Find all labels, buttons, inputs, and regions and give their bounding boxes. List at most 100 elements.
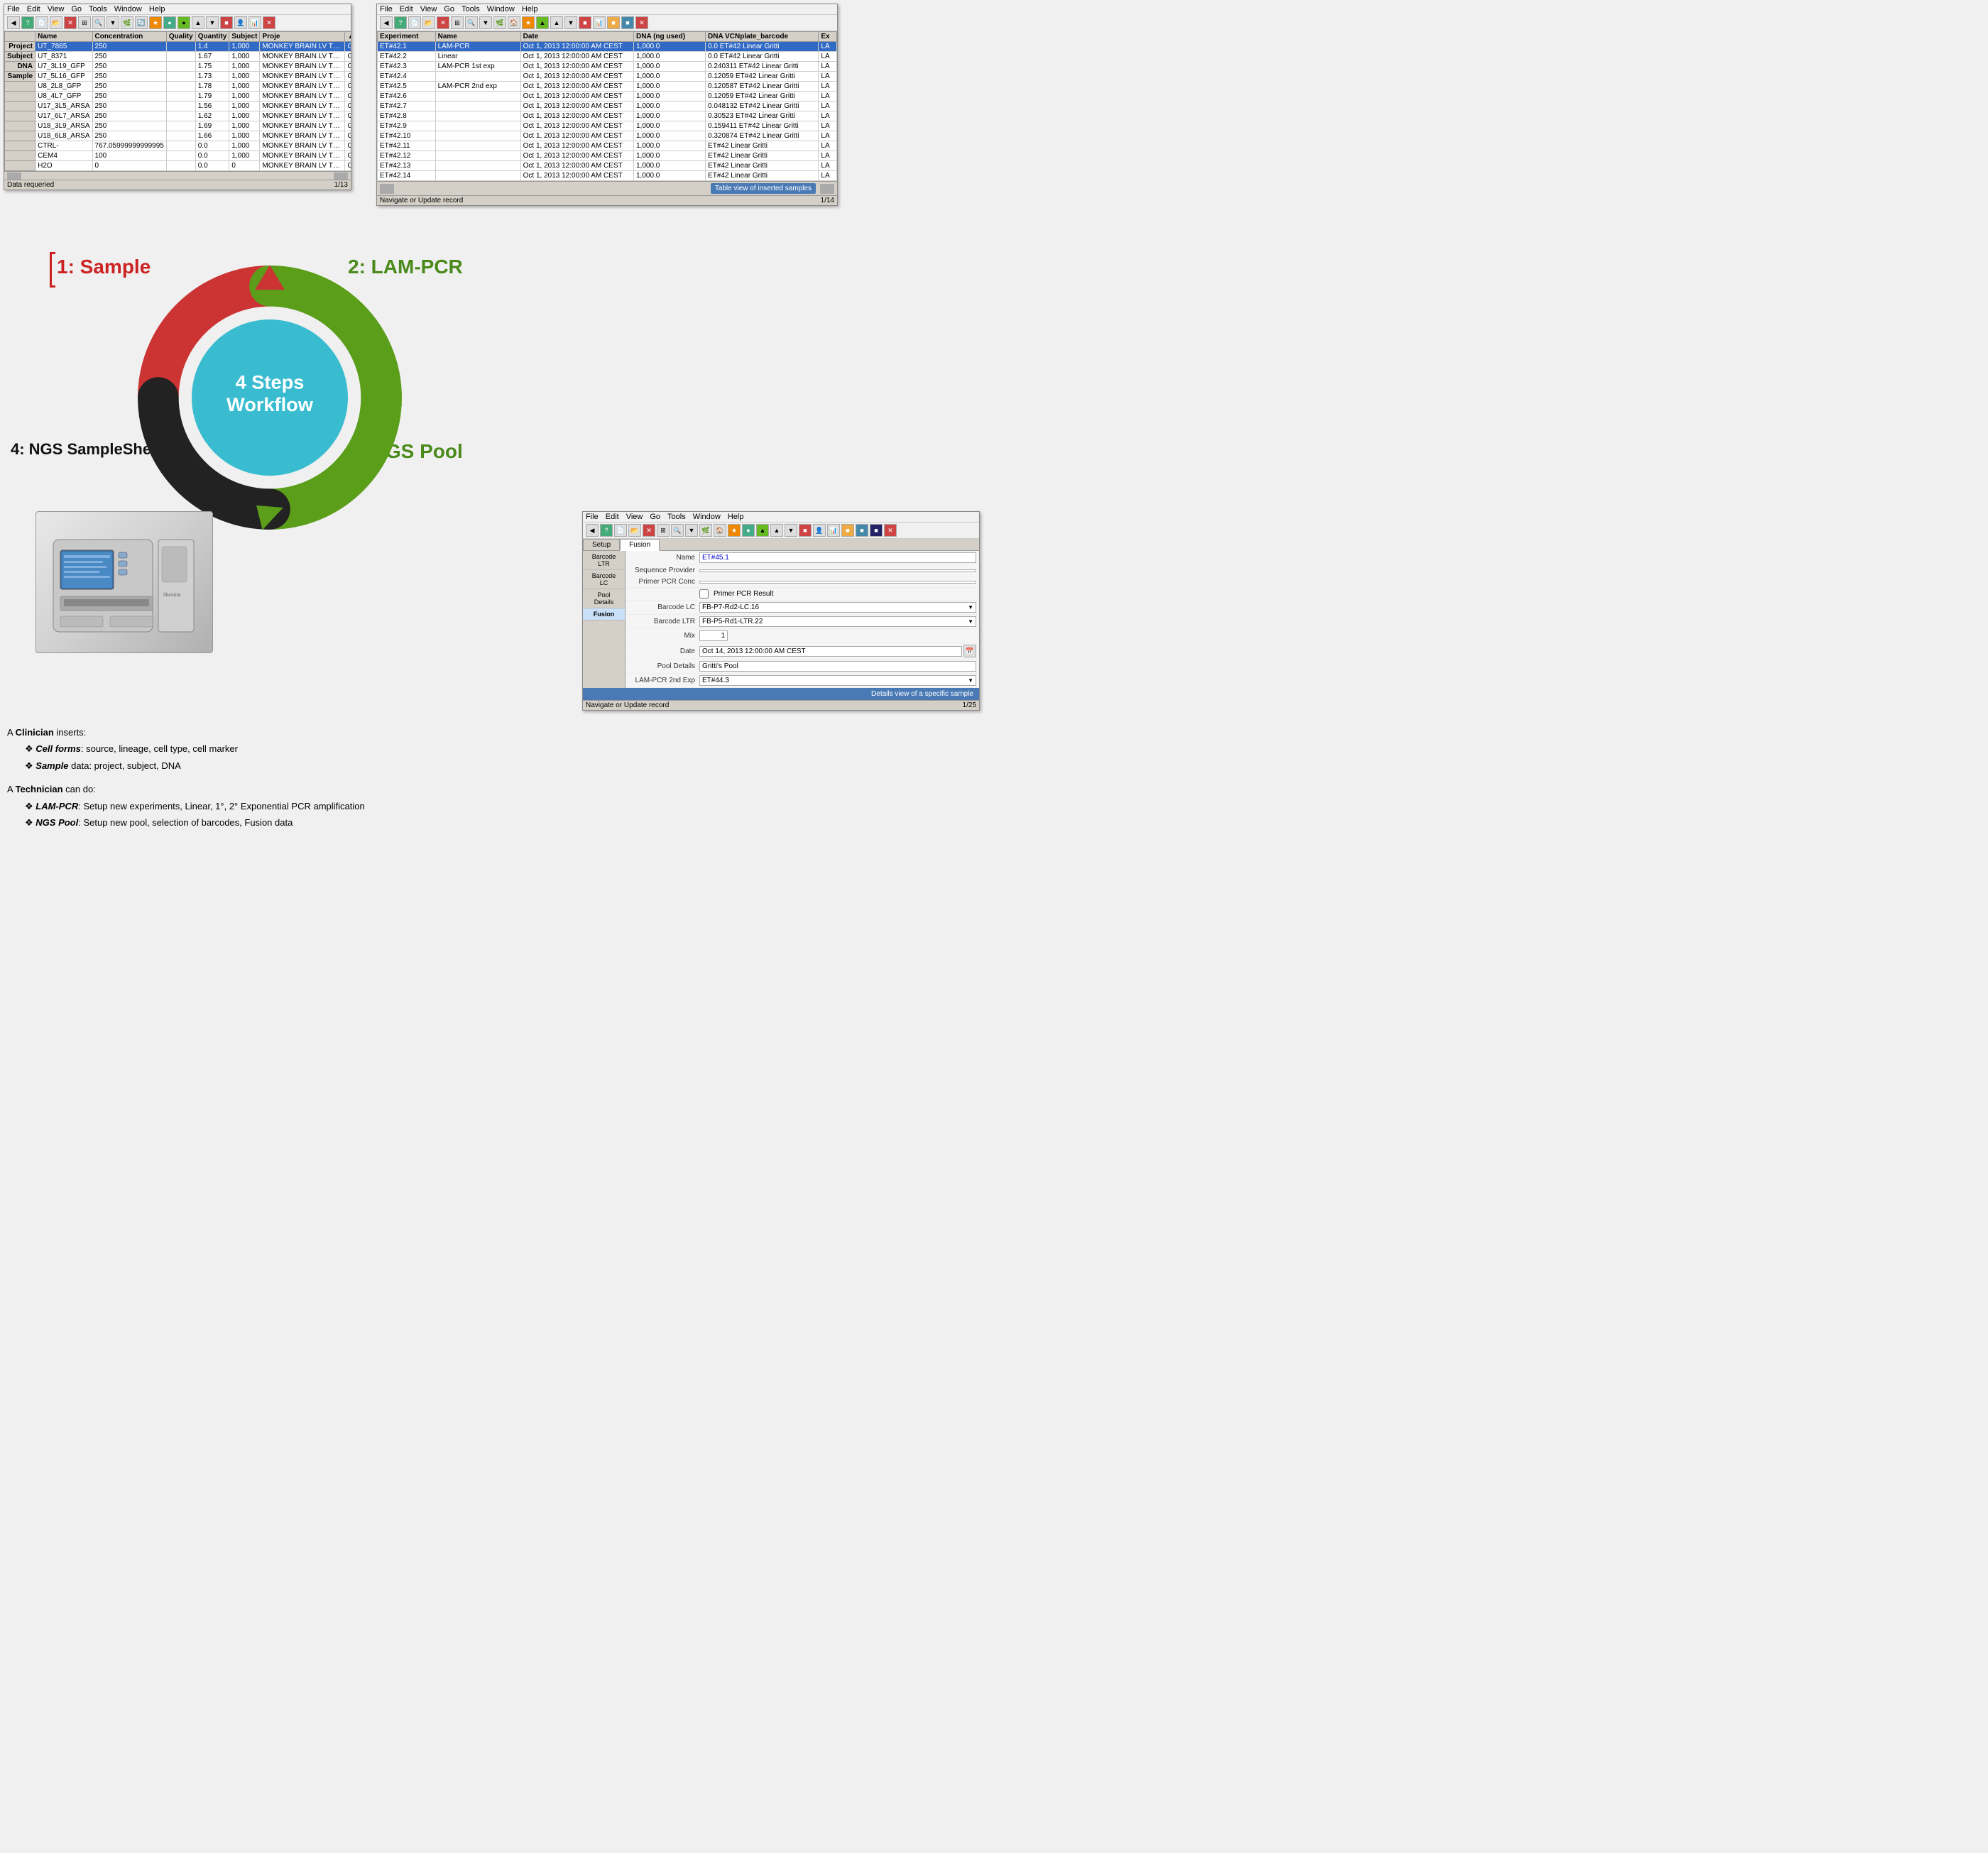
tb-btn-search[interactable]: 🔍 [92, 16, 105, 29]
tb2-star1[interactable]: ★ [522, 16, 535, 29]
menu-file3[interactable]: File [586, 513, 599, 521]
tb2-house[interactable]: 🏠 [508, 16, 520, 29]
tb2-search[interactable]: 🔍 [465, 16, 478, 29]
table-row[interactable]: U17_3L5_ARSA2501.561,000MONKEY BRAIN LV … [5, 102, 351, 111]
tr-col-dna[interactable]: DNA (ng used) [634, 32, 706, 42]
col-header-proj[interactable]: Proje [260, 32, 345, 42]
tb2-back[interactable]: ◀ [380, 16, 393, 29]
scroll-right[interactable] [820, 184, 834, 194]
tb-btn-person[interactable]: 👤 [234, 16, 247, 29]
tr-col-vcn[interactable]: DNA VCNplate_barcode [706, 32, 819, 42]
date-picker-btn[interactable]: 📅 [963, 645, 976, 657]
table-row[interactable]: ET#42.2LinearOct 1, 2013 12:00:00 AM CES… [378, 52, 837, 62]
menu-tools2[interactable]: Tools [462, 5, 480, 13]
tb-btn-close[interactable]: ✕ [263, 16, 275, 29]
table-row[interactable]: U17_6L7_ARSA2501.621,000MONKEY BRAIN LV … [5, 111, 351, 121]
tb-btn-question[interactable]: ? [21, 16, 34, 29]
tb-btn-red[interactable]: ■ [220, 16, 233, 29]
menu-help3[interactable]: Help [728, 513, 744, 521]
menu-go3[interactable]: Go [650, 513, 660, 521]
tr-col-exp[interactable]: Experiment [378, 32, 436, 42]
menu-file2[interactable]: File [380, 5, 393, 13]
table-row[interactable]: CEM41000.01,000MONKEY BRAIN LV TREATED 1… [5, 151, 351, 161]
h-scrollbar[interactable] [4, 171, 351, 180]
tb2-filter[interactable]: ▼ [479, 16, 492, 29]
lam-pcr-dropdown[interactable]: ET#44.3 ▼ [699, 675, 976, 686]
table-row[interactable]: ET#42.10Oct 1, 2013 12:00:00 AM CEST1,00… [378, 131, 837, 141]
tb2-up[interactable]: ▲ [550, 16, 563, 29]
tb2-x[interactable]: ✕ [437, 16, 449, 29]
table-row[interactable]: DNAU7_3L19_GFP2501.751,000MONKEY BRAIN L… [5, 62, 351, 72]
tb3-open[interactable]: 📂 [628, 524, 641, 537]
table-row[interactable]: SubjectUT_83712501.671,000MONKEY BRAIN L… [5, 52, 351, 62]
table-row[interactable]: ET#42.12Oct 1, 2013 12:00:00 AM CEST1,00… [378, 151, 837, 161]
tb-btn-arrow-up[interactable]: ▲ [192, 16, 204, 29]
tb-btn-x[interactable]: ✕ [64, 16, 77, 29]
table-row[interactable]: H2O00.00MONKEY BRAIN LV TREATED 1...GRIT [5, 161, 351, 171]
tb3-green2[interactable]: ▲ [756, 524, 769, 537]
tb2-blue[interactable]: ■ [621, 16, 634, 29]
tab-setup[interactable]: Setup [583, 539, 620, 550]
tb3-filter[interactable]: ▼ [685, 524, 698, 537]
table-row[interactable]: U8_2L8_GFP2501.781,000MONKEY BRAIN LV TR… [5, 82, 351, 92]
tb2-grid[interactable]: ⊞ [451, 16, 464, 29]
tb3-chart[interactable]: 📊 [827, 524, 840, 537]
tb-btn-refresh[interactable]: 🔄 [135, 16, 148, 29]
menu-go[interactable]: Go [71, 5, 82, 13]
nav-barcode-lc[interactable]: BarcodeLC [583, 570, 625, 589]
tb-btn-open[interactable]: 📂 [50, 16, 62, 29]
tb2-red1[interactable]: ■ [579, 16, 591, 29]
col-header-subj[interactable]: Subject [229, 32, 260, 42]
tb-btn-green1[interactable]: ● [163, 16, 176, 29]
menu-help2[interactable]: Help [522, 5, 538, 13]
tab-fusion[interactable]: Fusion [620, 539, 660, 551]
tb-btn-filter[interactable]: ▼ [106, 16, 119, 29]
tb2-star2[interactable]: ▲ [536, 16, 549, 29]
nav-pool-details[interactable]: PoolDetails [583, 589, 625, 608]
menu-window2[interactable]: Window [487, 5, 515, 13]
col-header-qual[interactable]: Quality [166, 32, 195, 42]
table-row[interactable]: ET#42.7Oct 1, 2013 12:00:00 AM CEST1,000… [378, 102, 837, 111]
table-row[interactable]: ET#42.8Oct 1, 2013 12:00:00 AM CEST1,000… [378, 111, 837, 121]
table-row[interactable]: ProjectUT_78652501.41,000MONKEY BRAIN LV… [5, 42, 351, 52]
table-row[interactable]: ET#42.14Oct 1, 2013 12:00:00 AM CEST1,00… [378, 171, 837, 181]
menu-help[interactable]: Help [149, 5, 165, 13]
table-row[interactable]: U8_4L7_GFP2501.791,000MONKEY BRAIN LV TR… [5, 92, 351, 102]
tb2-orange[interactable]: ■ [607, 16, 620, 29]
tb3-search[interactable]: 🔍 [671, 524, 684, 537]
scroll-left[interactable] [380, 184, 394, 194]
tb2-chart[interactable]: 📊 [593, 16, 606, 29]
menu-go2[interactable]: Go [444, 5, 454, 13]
table-row[interactable]: ET#42.11Oct 1, 2013 12:00:00 AM CEST1,00… [378, 141, 837, 151]
primerpcrconc-input[interactable] [699, 581, 976, 584]
table-row[interactable]: ET#42.5LAM-PCR 2nd expOct 1, 2013 12:00:… [378, 82, 837, 92]
tb2-new[interactable]: 📄 [408, 16, 421, 29]
tb3-star[interactable]: ★ [728, 524, 741, 537]
tr-col-date[interactable]: Date [520, 32, 633, 42]
tb3-x[interactable]: ✕ [643, 524, 655, 537]
tb-btn-back[interactable]: ◀ [7, 16, 20, 29]
tb3-up[interactable]: ▲ [770, 524, 783, 537]
tb2-close[interactable]: ✕ [635, 16, 648, 29]
tb-btn-tree[interactable]: 🌿 [121, 16, 133, 29]
tr-col-name[interactable]: Name [435, 32, 520, 42]
tr-col-ex[interactable]: Ex [819, 32, 837, 42]
menu-edit2[interactable]: Edit [400, 5, 413, 13]
tb2-open[interactable]: 📂 [422, 16, 435, 29]
tb3-close[interactable]: ✕ [884, 524, 897, 537]
table-row[interactable]: SampleU7_5L16_GFP2501.731,000MONKEY BRAI… [5, 72, 351, 82]
tb-btn-grid[interactable]: ⊞ [78, 16, 91, 29]
table-row[interactable]: CTRL-767.059999999999950.01,000MONKEY BR… [5, 141, 351, 151]
tb-btn-star[interactable]: ★ [149, 16, 162, 29]
tb-btn-green2[interactable]: ● [178, 16, 190, 29]
tb3-tree[interactable]: 🌿 [699, 524, 712, 537]
table-row[interactable]: U18_6L8_ARSA2501.661,000MONKEY BRAIN LV … [5, 131, 351, 141]
tb3-blue1[interactable]: ■ [856, 524, 868, 537]
menu-edit[interactable]: Edit [27, 5, 40, 13]
col-header-qty[interactable]: Quantity [195, 32, 229, 42]
pool-details-input[interactable]: Gritti's Pool [699, 661, 976, 672]
menu-tools3[interactable]: Tools [667, 513, 686, 521]
tb3-person[interactable]: 👤 [813, 524, 826, 537]
table-row[interactable]: U18_3L9_ARSA2501.691,000MONKEY BRAIN LV … [5, 121, 351, 131]
seqprov-input[interactable] [699, 569, 976, 572]
